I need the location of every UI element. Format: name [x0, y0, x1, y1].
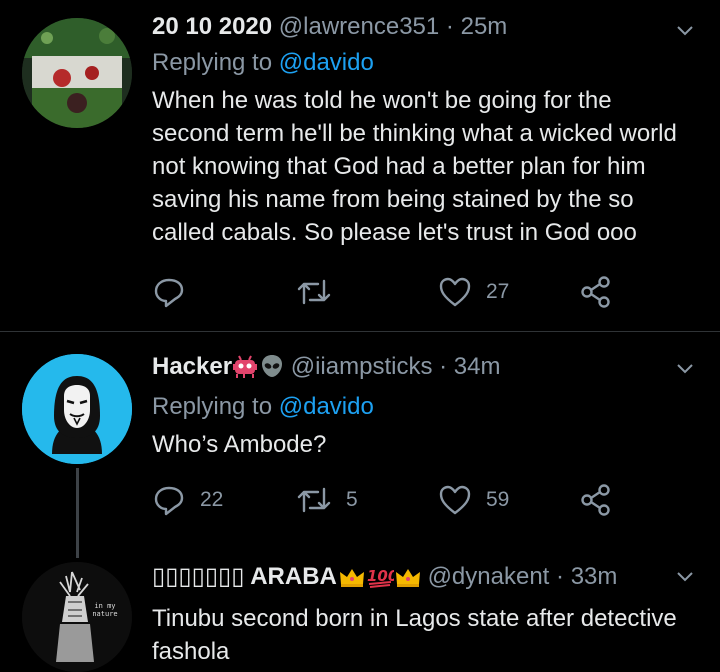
separator-dot: · [556, 563, 565, 590]
timestamp[interactable]: 33m [571, 563, 618, 590]
replying-to-label: Replying to [152, 393, 273, 420]
reply-icon [154, 486, 184, 516]
like-count: 59 [486, 488, 510, 511]
separator-dot: · [439, 353, 448, 380]
avatar[interactable] [22, 354, 132, 464]
share-button[interactable] [580, 480, 612, 520]
retweet-icon [297, 487, 331, 513]
avatar-caption: in my nature [92, 602, 118, 618]
mention-link[interactable]: @davido [279, 393, 374, 420]
alien-emoji-icon [260, 354, 284, 386]
reply-icon [154, 278, 184, 308]
handle[interactable]: @lawrence351 [279, 13, 439, 40]
timestamp[interactable]: 25m [461, 13, 508, 40]
retweet-count: 5 [346, 488, 358, 511]
avatar[interactable]: in my nature [22, 562, 132, 672]
display-name[interactable]: 20 10 2020 [152, 13, 272, 40]
replying-to: Replying to @davido [152, 48, 680, 78]
timestamp[interactable]: 34m [454, 353, 501, 380]
hundred-points-emoji-icon: 100 [366, 564, 398, 596]
like-icon [439, 277, 471, 307]
tweet-text: Who’s Ambode? [152, 431, 327, 458]
avatar[interactable] [22, 18, 132, 128]
crown-emoji-icon [395, 566, 421, 596]
mention-link[interactable]: @davido [279, 49, 374, 76]
separator-dot: · [445, 13, 454, 40]
handle[interactable]: @dynakent [428, 563, 550, 590]
retweet-icon [297, 279, 331, 305]
like-count: 27 [486, 280, 510, 303]
handle[interactable]: @iiampsticks [291, 353, 433, 380]
chevron-down-icon[interactable] [676, 22, 694, 40]
like-icon [439, 485, 471, 515]
alien-monster-emoji-icon [232, 354, 258, 386]
tweet-3[interactable]: in my nature ▯▯▯▯▯▯▯ ARABA100 @dynakent … [0, 552, 720, 672]
tweet-2[interactable]: Hacker @iiampsticks · 34m Replying to @d… [0, 332, 720, 558]
tweet-1[interactable]: 20 10 2020 @lawrence351 · 25m Replying t… [0, 0, 720, 331]
reply-button[interactable]: 22 [152, 480, 223, 520]
retweet-button[interactable]: 5 [296, 480, 358, 520]
like-button[interactable]: 59 [438, 480, 509, 520]
replying-to-label: Replying to [152, 49, 273, 76]
tweet-text: Tinubu second born in Lagos state after … [152, 605, 677, 665]
display-name[interactable]: Hacker [152, 353, 232, 380]
chevron-down-icon[interactable] [676, 360, 694, 378]
tweet-text: When he was told he won't be going for t… [152, 87, 677, 246]
thread-connector [76, 468, 79, 558]
like-button[interactable]: 27 [438, 272, 509, 312]
share-button[interactable] [580, 272, 612, 312]
reply-count: 22 [200, 488, 224, 511]
share-icon [581, 484, 610, 516]
avatar-image [22, 354, 132, 464]
reply-button[interactable] [152, 272, 200, 312]
retweet-button[interactable] [296, 272, 346, 312]
share-icon [581, 276, 610, 308]
display-name[interactable]: ▯▯▯▯▯▯▯ ARABA [152, 563, 337, 590]
crown-emoji-icon [339, 566, 365, 596]
replying-to: Replying to @davido [152, 392, 680, 422]
chevron-down-icon[interactable] [676, 568, 694, 586]
avatar-image [22, 18, 132, 128]
